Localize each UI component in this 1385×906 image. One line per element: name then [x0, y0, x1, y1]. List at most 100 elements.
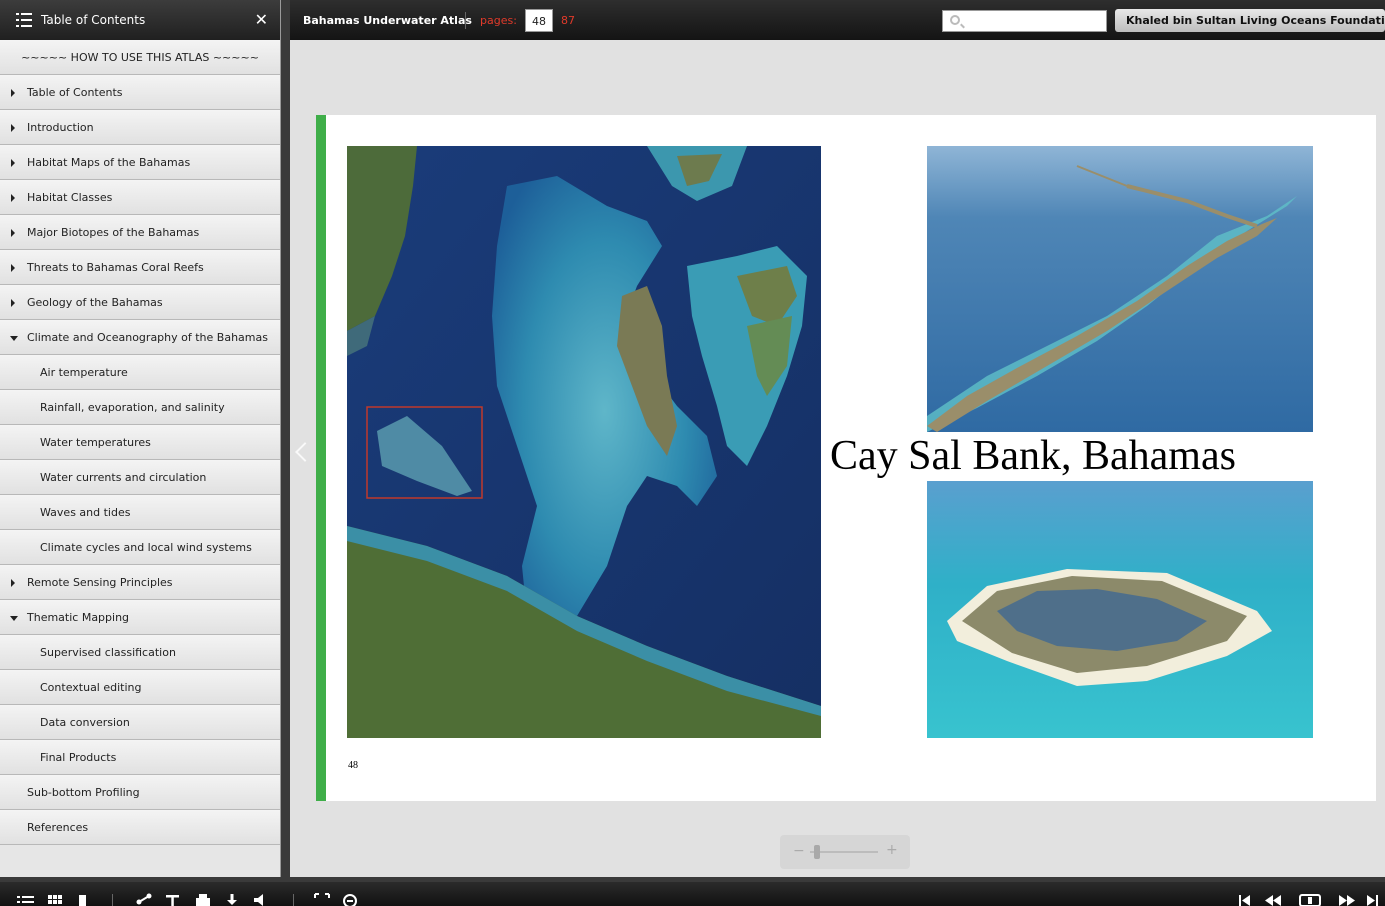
atlas-page: Cay Sal Bank, Bahamas 48	[316, 115, 1376, 801]
text-icon[interactable]	[165, 892, 181, 906]
toc-item[interactable]: Data conversion	[0, 705, 280, 740]
toc-item-label: Table of Contents	[27, 85, 123, 99]
toc-item[interactable]: Water currents and circulation	[0, 460, 280, 495]
search-input[interactable]	[942, 10, 1107, 32]
toc-panel: Table of Contents ✕ ~~~~~ HOW TO USE THI…	[0, 0, 281, 877]
zoom-out-icon[interactable]	[342, 892, 358, 906]
toc-item[interactable]: Thematic Mapping	[0, 600, 280, 635]
caret-right-icon[interactable]	[11, 299, 15, 307]
two-page-view-icon[interactable]	[1299, 892, 1321, 906]
toc-item[interactable]: References	[0, 810, 280, 845]
search-icon	[950, 15, 960, 25]
page-number-input[interactable]: 48	[525, 9, 553, 32]
caret-right-icon[interactable]	[11, 89, 15, 97]
top-toolbar: Bahamas Underwater Atlas pages: 48 87 Kh…	[290, 0, 1385, 40]
toc-item[interactable]: Remote Sensing Principles	[0, 565, 280, 600]
toc-item-label: Major Biotopes of the Bahamas	[27, 225, 200, 239]
caret-right-icon[interactable]	[11, 124, 15, 132]
toc-item-label: Habitat Maps of the Bahamas	[27, 155, 191, 169]
previous-page-icon[interactable]	[1264, 892, 1282, 906]
toc-item-label: ~~~~~ HOW TO USE THIS ATLAS ~~~~~	[21, 50, 259, 64]
toc-header: Table of Contents ✕	[0, 0, 280, 40]
toc-item[interactable]: ~~~~~ HOW TO USE THIS ATLAS ~~~~~	[0, 40, 280, 75]
toc-item[interactable]: Major Biotopes of the Bahamas	[0, 215, 280, 250]
last-page-icon[interactable]	[1366, 892, 1380, 906]
toc-item-label: Waves and tides	[40, 505, 131, 519]
zoom-slider[interactable]: − +	[780, 835, 910, 869]
toc-item-label: Data conversion	[40, 715, 130, 729]
toc-item-label: Remote Sensing Principles	[27, 575, 173, 589]
toc-item[interactable]: Climate and Oceanography of the Bahamas	[0, 320, 280, 355]
caret-down-icon[interactable]	[10, 616, 18, 621]
caret-right-icon[interactable]	[11, 264, 15, 272]
aerial-photo-island	[927, 481, 1313, 738]
toc-item-label: Air temperature	[40, 365, 128, 379]
zoom-thumb[interactable]	[814, 845, 820, 859]
foundation-link-button[interactable]: Khaled bin Sultan Living Oceans Foundati…	[1115, 9, 1385, 32]
toc-item-label: Geology of the Bahamas	[27, 295, 163, 309]
toc-item[interactable]: Climate cycles and local wind systems	[0, 530, 280, 565]
toc-item-label: Thematic Mapping	[27, 610, 130, 624]
toc-item[interactable]: Water temperatures	[0, 425, 280, 460]
toc-icon[interactable]	[17, 892, 35, 906]
toc-item-label: Habitat Classes	[27, 190, 113, 204]
toc-item[interactable]: Table of Contents	[0, 75, 280, 110]
toc-item[interactable]: Sub-bottom Profiling	[0, 775, 280, 810]
toc-item-label: Threats to Bahamas Coral Reefs	[27, 260, 204, 274]
caret-right-icon[interactable]	[11, 229, 15, 237]
thumbnails-icon[interactable]	[48, 892, 64, 906]
toc-item-label: Contextual editing	[40, 680, 142, 694]
fullscreen-icon[interactable]	[314, 892, 330, 906]
zoom-in-button[interactable]: +	[886, 842, 898, 858]
toc-item-label: Water temperatures	[40, 435, 151, 449]
next-page-icon[interactable]	[1338, 892, 1356, 906]
toc-item[interactable]: Habitat Classes	[0, 180, 280, 215]
toc-item[interactable]: Supervised classification	[0, 635, 280, 670]
caret-right-icon[interactable]	[11, 579, 15, 587]
print-icon[interactable]	[195, 892, 211, 906]
toc-item[interactable]: Rainfall, evaporation, and salinity	[0, 390, 280, 425]
toolbar-divider	[293, 894, 294, 906]
toc-item[interactable]: Geology of the Bahamas	[0, 285, 280, 320]
toc-item-label: Water currents and circulation	[40, 470, 207, 484]
caret-right-icon[interactable]	[11, 159, 15, 167]
book-title: Bahamas Underwater Atlas	[303, 14, 472, 27]
share-icon[interactable]	[136, 892, 152, 906]
caret-down-icon[interactable]	[10, 336, 18, 341]
toc-title: Table of Contents	[41, 13, 146, 27]
page-viewer: Cay Sal Bank, Bahamas 48 − +	[290, 40, 1385, 877]
toc-item[interactable]: Waves and tides	[0, 495, 280, 530]
pages-label: pages:	[480, 14, 517, 27]
page-edge-strip	[316, 115, 326, 801]
page-caption: Cay Sal Bank, Bahamas	[830, 433, 1236, 479]
toolbar-divider	[465, 12, 466, 29]
toc-item-label: Climate cycles and local wind systems	[40, 540, 252, 554]
bookmark-icon[interactable]	[78, 892, 88, 906]
toolbar-divider	[112, 894, 113, 906]
toc-item[interactable]: Introduction	[0, 110, 280, 145]
toc-item[interactable]: Contextual editing	[0, 670, 280, 705]
aerial-photo-reef-chain	[927, 146, 1313, 432]
zoom-track[interactable]	[810, 851, 878, 853]
toc-item-label: Rainfall, evaporation, and salinity	[40, 400, 225, 414]
toc-item-label: Climate and Oceanography of the Bahamas	[27, 330, 268, 344]
close-icon[interactable]: ✕	[255, 10, 268, 29]
toc-item-label: Sub-bottom Profiling	[27, 785, 140, 799]
toc-item[interactable]: Air temperature	[0, 355, 280, 390]
sound-icon[interactable]	[253, 892, 269, 906]
download-icon[interactable]	[225, 892, 239, 906]
first-page-icon[interactable]	[1237, 892, 1251, 906]
bottom-toolbar	[0, 882, 1385, 906]
list-icon	[16, 13, 32, 27]
toc-list: ~~~~~ HOW TO USE THIS ATLAS ~~~~~ Table o…	[0, 40, 280, 845]
toc-item-label: Final Products	[40, 750, 117, 764]
toc-item[interactable]: Threats to Bahamas Coral Reefs	[0, 250, 280, 285]
caret-right-icon[interactable]	[11, 194, 15, 202]
satellite-map-image	[347, 146, 821, 738]
toc-item[interactable]: Final Products	[0, 740, 280, 775]
previous-page-arrow-icon[interactable]	[295, 442, 315, 462]
toc-item[interactable]: Habitat Maps of the Bahamas	[0, 145, 280, 180]
zoom-out-button[interactable]: −	[793, 843, 805, 859]
page-number: 48	[348, 760, 358, 771]
toc-item-label: Supervised classification	[40, 645, 176, 659]
